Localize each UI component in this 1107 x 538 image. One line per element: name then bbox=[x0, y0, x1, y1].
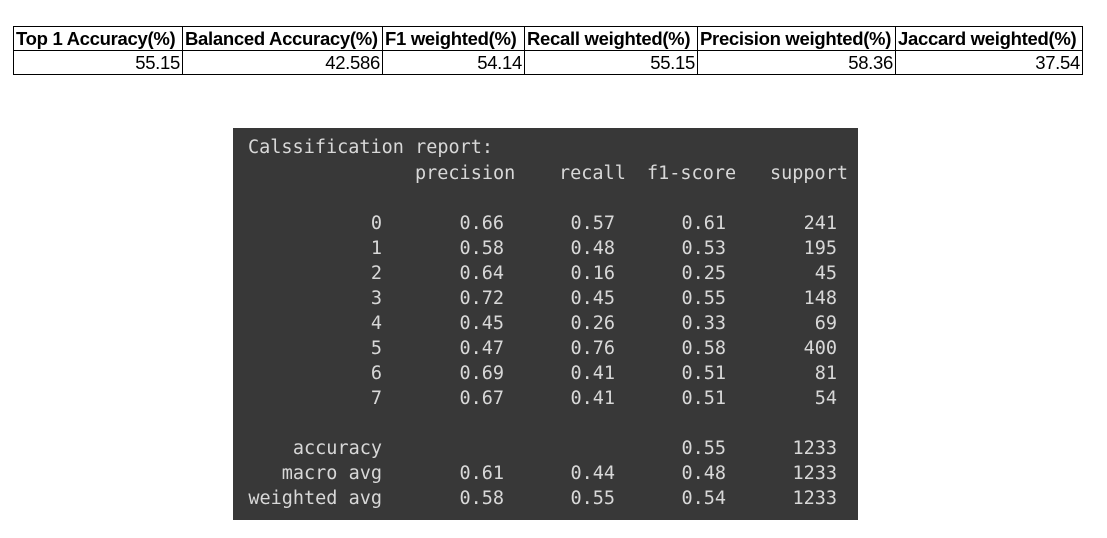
classification-report-panel: Calssification report: precision recall … bbox=[233, 128, 858, 520]
row-support: 81 bbox=[814, 363, 837, 384]
row-support: 195 bbox=[803, 238, 837, 259]
value-balanced-accuracy: 42.586 bbox=[182, 50, 383, 75]
class-row: 0 0.66 0.57 0.61 241 bbox=[233, 213, 858, 238]
value-top1-accuracy: 55.15 bbox=[13, 50, 183, 75]
row-precision: 0.69 bbox=[459, 363, 504, 384]
row-label: 2 bbox=[370, 263, 382, 284]
class-row: 1 0.58 0.48 0.53 195 bbox=[233, 238, 858, 263]
row-support: 241 bbox=[803, 213, 837, 234]
row-recall: 0.41 bbox=[570, 388, 615, 409]
class-row: 4 0.45 0.26 0.33 69 bbox=[233, 313, 858, 338]
row-precision: 0.66 bbox=[459, 213, 504, 234]
column-header-support: support bbox=[770, 163, 848, 184]
row-f1-score: 0.61 bbox=[681, 213, 726, 234]
class-row: 6 0.69 0.41 0.51 81 bbox=[233, 363, 858, 388]
summary-row: weighted avg 0.58 0.55 0.54 1233 bbox=[233, 488, 858, 513]
metrics-value-row: 55.15 42.586 54.14 55.15 58.36 37.54 bbox=[13, 50, 1083, 75]
row-f1-score: 0.55 bbox=[681, 288, 726, 309]
summary-row: macro avg 0.61 0.44 0.48 1233 bbox=[233, 463, 858, 488]
class-row: 2 0.64 0.16 0.25 45 bbox=[233, 263, 858, 288]
row-recall: 0.41 bbox=[570, 363, 615, 384]
row-f1-score: 0.33 bbox=[681, 313, 726, 334]
row-label: 1 bbox=[370, 238, 382, 259]
row-f1-score: 0.51 bbox=[681, 363, 726, 384]
class-row: 7 0.67 0.41 0.51 54 bbox=[233, 388, 858, 413]
row-label: 4 bbox=[370, 313, 382, 334]
row-label: macro avg bbox=[281, 463, 382, 484]
value-f1-weighted: 54.14 bbox=[382, 50, 525, 75]
row-precision: 0.58 bbox=[459, 488, 504, 509]
class-row: 3 0.72 0.45 0.55 148 bbox=[233, 288, 858, 313]
header-jaccard-weighted: Jaccard weighted(%) bbox=[895, 26, 1083, 51]
header-balanced-accuracy: Balanced Accuracy(%) bbox=[182, 26, 383, 51]
column-header-precision: precision bbox=[415, 163, 516, 184]
row-f1-score: 0.51 bbox=[681, 388, 726, 409]
row-label: accuracy bbox=[292, 438, 382, 459]
report-title: Calssification report: bbox=[248, 137, 494, 158]
row-support: 1233 bbox=[792, 488, 837, 509]
header-top1-accuracy: Top 1 Accuracy(%) bbox=[13, 26, 183, 51]
header-precision-weighted: Precision weighted(%) bbox=[697, 26, 896, 51]
metrics-table: Top 1 Accuracy(%) Balanced Accuracy(%) F… bbox=[13, 26, 1083, 75]
row-support: 1233 bbox=[792, 463, 837, 484]
row-recall: 0.16 bbox=[570, 263, 615, 284]
row-recall: 0.57 bbox=[570, 213, 615, 234]
value-jaccard-weighted: 37.54 bbox=[895, 50, 1083, 75]
row-f1-score: 0.48 bbox=[681, 463, 726, 484]
row-recall: 0.45 bbox=[570, 288, 615, 309]
row-f1-score: 0.54 bbox=[681, 488, 726, 509]
row-f1-score: 0.55 bbox=[681, 438, 726, 459]
row-support: 45 bbox=[814, 263, 837, 284]
row-label: 0 bbox=[370, 213, 382, 234]
metrics-header-row: Top 1 Accuracy(%) Balanced Accuracy(%) F… bbox=[13, 26, 1083, 51]
row-label: 6 bbox=[370, 363, 382, 384]
row-recall: 0.48 bbox=[570, 238, 615, 259]
row-precision: 0.45 bbox=[459, 313, 504, 334]
row-support: 54 bbox=[814, 388, 837, 409]
row-f1-score: 0.58 bbox=[681, 338, 726, 359]
row-support: 400 bbox=[803, 338, 837, 359]
row-support: 1233 bbox=[792, 438, 837, 459]
row-support: 148 bbox=[803, 288, 837, 309]
value-precision-weighted: 58.36 bbox=[697, 50, 896, 75]
row-support: 69 bbox=[814, 313, 837, 334]
row-recall: 0.26 bbox=[570, 313, 615, 334]
class-row: 5 0.47 0.76 0.58 400 bbox=[233, 338, 858, 363]
summary-row: accuracy 0.55 1233 bbox=[233, 438, 858, 463]
row-label: 5 bbox=[370, 338, 382, 359]
header-f1-weighted: F1 weighted(%) bbox=[382, 26, 525, 51]
row-precision: 0.58 bbox=[459, 238, 504, 259]
row-precision: 0.61 bbox=[459, 463, 504, 484]
row-precision: 0.72 bbox=[459, 288, 504, 309]
row-f1-score: 0.53 bbox=[681, 238, 726, 259]
row-precision: 0.67 bbox=[459, 388, 504, 409]
column-header-f1-score: f1-score bbox=[647, 163, 737, 184]
row-recall: 0.76 bbox=[570, 338, 615, 359]
header-recall-weighted: Recall weighted(%) bbox=[524, 26, 698, 51]
column-header-recall: recall bbox=[559, 163, 626, 184]
row-label: 7 bbox=[370, 388, 382, 409]
row-precision: 0.64 bbox=[459, 263, 504, 284]
value-recall-weighted: 55.15 bbox=[524, 50, 698, 75]
row-recall: 0.55 bbox=[570, 488, 615, 509]
row-f1-score: 0.25 bbox=[681, 263, 726, 284]
row-label: 3 bbox=[370, 288, 382, 309]
row-label: weighted avg bbox=[248, 488, 382, 509]
row-precision: 0.47 bbox=[459, 338, 504, 359]
row-recall: 0.44 bbox=[570, 463, 615, 484]
